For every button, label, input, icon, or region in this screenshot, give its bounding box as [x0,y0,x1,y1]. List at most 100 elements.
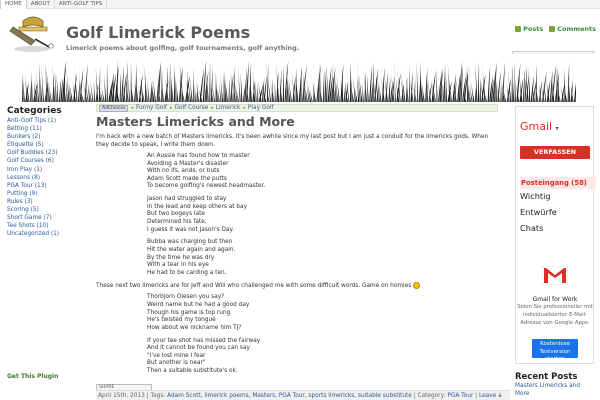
category-item: Tee Shots (10) [7,222,89,230]
grass-blade [516,63,521,102]
ad-item-drafts[interactable]: Entwürfe [520,207,557,217]
category-link[interactable]: PGA Tour (13) [7,183,47,189]
grass-blade [416,60,419,102]
grass-blade [23,78,25,102]
grass-blade [135,62,137,102]
tag-link[interactable]: limerick poems [204,393,248,399]
category-link[interactable]: Bunkers (2) [7,134,41,140]
grass-blade [409,65,411,102]
stanza: Bubba was charging but then Hit the water… [147,239,498,277]
gmail-ad[interactable]: Gmail ▾ VERFASSEN Posteingang (58) Wicht… [515,106,596,364]
category-link[interactable]: Putting (9) [7,191,38,197]
grass-blade [448,64,451,102]
post-title[interactable]: Masters Limericks and More [96,115,498,129]
grass-blade [574,82,576,102]
adchoices-badge[interactable]: AdChoices [99,104,129,112]
poem-line: He's twisted my tongue [147,317,216,324]
ad-link-golf-course[interactable]: Golf Course [170,105,209,111]
category-link[interactable]: Tee Shots (10) [7,223,48,229]
tag-link[interactable]: suitable substitute [358,393,412,399]
ad-item-inbox[interactable]: Posteingang (58) [520,177,596,189]
get-plugin-link[interactable]: Get This Plugin [7,373,58,380]
grass-blade [31,70,33,102]
grass-blade [514,60,516,102]
leave-comment-link[interactable]: Leave a [479,393,502,399]
poem-line: How about we nickname him TJ? [147,324,242,331]
grass-blade [22,72,24,102]
tag-link[interactable]: PGA Tour [279,393,305,399]
site-title[interactable]: Golf Limerick Poems [66,24,250,42]
ad-link-funny-golf[interactable]: Funny Golf [131,105,167,111]
grass-banner [0,54,600,102]
rss-icon [515,26,522,32]
poem-block: An Aussie has found how to master Avoidin… [147,153,498,277]
nav-about[interactable]: ABOUT [27,0,55,9]
golf-bag-logo-icon[interactable] [5,13,55,53]
ad-item-chats[interactable]: Chats [520,223,543,233]
tag-link[interactable]: Masters [252,393,275,399]
grass-blade [366,71,369,102]
category-link[interactable]: PGA Tour [447,393,473,399]
nav-home[interactable]: HOME [0,0,27,9]
grass-blade [282,65,284,102]
category-item: Lessons (8) [7,174,89,182]
category-link[interactable]: Iron Play (1) [7,167,42,173]
poem-line: Avoiding a Master's disaster [147,160,229,167]
grass-blade [564,68,566,102]
poem-line: Adam Scott made the putts [147,175,227,182]
tag-list: Adam Scott, limerick poems, Masters, PGA… [167,393,412,399]
tag-link[interactable]: sports limericks [309,393,355,399]
poem-line: Determined his fate, [147,218,207,225]
tags-label: Tags: [150,393,166,399]
left-sidebar: Categories Anti-Golf Tips (1) Betting (11… [7,106,89,238]
poem-line: Hit the water again and again. [147,246,236,253]
category-link[interactable]: Anti-Golf Tips (1) [7,118,56,124]
recent-post-link[interactable]: Masters Limericks and More [515,382,595,398]
grass-blade [497,70,502,102]
category-link[interactable]: Etiquette (5) [7,142,44,148]
poem-line: With a tear in his eye [147,262,209,269]
category-link[interactable]: Short Game (7) [7,215,52,221]
grass-blade [466,65,469,102]
grass-blade [161,66,163,102]
ad-link-play-golf[interactable]: Play Golf [243,105,274,111]
nav-anti-golf-tips[interactable]: ANTI-GOLF TIPS [55,0,108,9]
ad-link-limerick[interactable]: Limerick [211,105,241,111]
category-link[interactable]: Betting (11) [7,126,42,132]
poem-block: Thorbjorn Olesen you say? Weird name but … [147,294,498,375]
site-header: Golf Limerick Poems Limerick poems about… [0,10,600,62]
main-content: AdChoices Funny Golf Golf Course Limeric… [96,104,498,391]
free-trial-button[interactable]: Kostenlose Testversion starten [532,339,578,362]
ad-description: Seien Sie professioneller mit individual… [517,304,593,326]
grass-blade [130,60,132,102]
grass-blade [152,72,156,102]
category-item: Etiquette (5) [7,141,89,149]
category-link[interactable]: Scoring (5) [7,207,39,213]
comments-feed-link[interactable]: Comments [549,25,596,33]
poem-line: But another is near" [147,360,206,367]
grass-blade [65,78,68,102]
category-link[interactable]: Golf Buddies (23) [7,150,57,156]
grass-blade [326,75,328,102]
poem-line: To become golfing's newest headmaster. [147,183,266,190]
feed-links: Posts Comments [515,25,596,33]
tag-link[interactable]: Adam Scott [167,393,201,399]
poem-line: Weird name but he had a good day [147,302,250,309]
grass-blade [193,68,195,102]
ad-item-important[interactable]: Wichtig [520,191,551,201]
grass-blade [500,83,502,102]
category-link[interactable]: Golf Courses (6) [7,158,54,164]
gmail-envelope-icon [542,266,568,285]
grass-blade [436,68,438,102]
category-link[interactable]: Lessons (8) [7,175,40,181]
posts-feed-link[interactable]: Posts [515,25,543,33]
poem-line: Jason had struggled to stay [147,196,227,203]
category-link[interactable]: Rules (3) [7,199,33,205]
post-paragraph: These next two limericks are for Jeff an… [96,282,498,290]
post-meta: April 15th, 2013 | Tags: Adam Scott, lim… [96,390,510,400]
grass-blade [295,70,299,102]
grass-blade [274,81,276,102]
compose-button[interactable]: VERFASSEN [520,146,590,159]
category-link[interactable]: Uncategorized (1) [7,231,59,237]
poem-line: I guess it was not Jason's Day. [147,226,234,233]
